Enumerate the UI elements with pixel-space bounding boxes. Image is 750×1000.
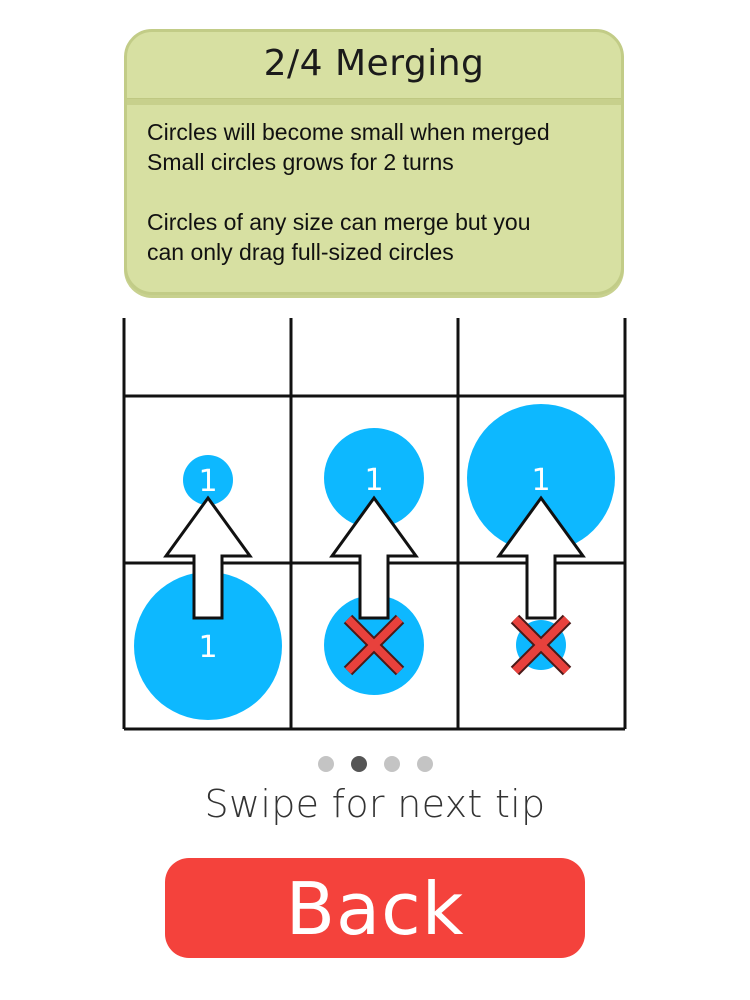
circle-label: 1	[198, 630, 217, 665]
tip-card: 2/4 Merging Circles will become small wh…	[124, 29, 624, 295]
page-indicator[interactable]	[0, 756, 750, 772]
example-allowed: 1 1	[134, 455, 282, 720]
tip-line: Circles of any size can merge but you	[147, 209, 531, 235]
tip-line: Small circles grows for 2 turns	[147, 149, 454, 175]
page-dot[interactable]	[317, 756, 334, 772]
board-svg: 1 1 1 1	[122, 318, 627, 731]
example-blocked-small: 1	[467, 404, 615, 676]
page-dot[interactable]	[383, 756, 400, 772]
tip-title: 2/4 Merging	[263, 43, 485, 84]
circle-label: 1	[531, 463, 550, 498]
example-board: 1 1 1 1	[0, 300, 750, 740]
circle-label: 1	[198, 464, 217, 499]
tip-body: Circles will become small when merged Sm…	[127, 105, 621, 267]
tip-line: can only drag full-sized circles	[147, 239, 454, 265]
swipe-hint: Swipe for next tip	[204, 782, 546, 826]
tip-divider	[127, 98, 621, 105]
back-button[interactable]: Back	[165, 858, 585, 958]
page-dot-active[interactable]	[350, 756, 367, 772]
tip-line: Circles will become small when merged	[147, 119, 550, 145]
circle-label: 1	[364, 463, 383, 498]
page-dot[interactable]	[416, 756, 433, 772]
